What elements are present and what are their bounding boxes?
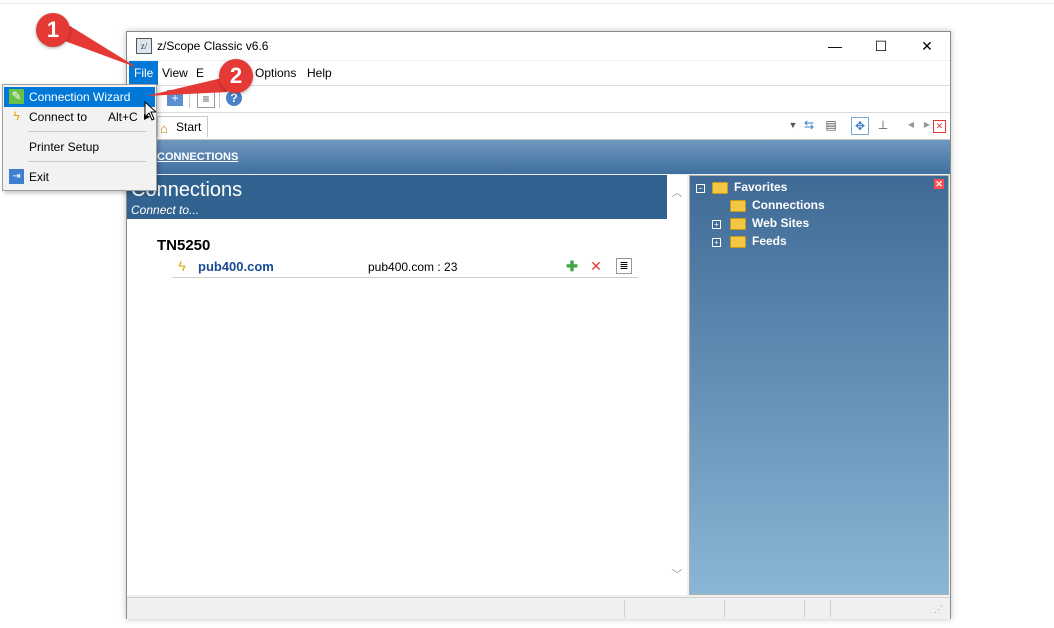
toolbar-divider <box>219 90 220 108</box>
menu-options[interactable]: Options <box>250 61 301 85</box>
favorites-item-connections[interactable]: Connections <box>752 197 825 213</box>
scroll-down-icon[interactable]: ﹀ <box>669 567 685 583</box>
dropdown-arrow-icon[interactable]: ▼ <box>785 117 801 133</box>
expand-icon[interactable]: + <box>712 238 721 247</box>
folder-icon <box>712 182 728 194</box>
mouse-cursor-icon <box>144 101 156 121</box>
tab-bar: ⌂ Start ▼ ⇆ ▤ ✥ ⊥ ◀ ▶ ✕ <box>127 113 950 140</box>
callout-1: 1 <box>36 13 70 47</box>
maximize-button[interactable]: ☐ <box>858 32 904 60</box>
delete-icon[interactable]: ✕ <box>588 258 604 274</box>
menu-item-label: Connection Wizard <box>29 90 131 104</box>
new-connection-icon[interactable]: + <box>167 90 183 106</box>
status-divider <box>624 600 625 617</box>
connections-header-band: CONNECTIONS <box>127 140 950 174</box>
menu-item-exit[interactable]: ⇥ Exit <box>4 167 155 187</box>
menu-help[interactable]: Help <box>302 61 337 85</box>
favorites-panel: ✕ − Favorites Connections + Web Sites + … <box>689 175 949 595</box>
add-favorite-icon[interactable]: ✚ <box>564 258 580 274</box>
menu-item-connect-to[interactable]: ϟ Connect to Alt+C ▶ <box>4 107 155 127</box>
connections-link[interactable]: CONNECTIONS <box>157 151 238 163</box>
menu-separator <box>28 131 146 132</box>
exit-icon: ⇥ <box>9 169 24 184</box>
close-favorites-icon[interactable]: ✕ <box>934 179 944 189</box>
prev-tab-icon[interactable]: ◀ <box>903 117 919 133</box>
folder-icon <box>730 218 746 230</box>
group-title: TN5250 <box>157 237 211 254</box>
menu-file[interactable]: File <box>129 61 159 85</box>
vertical-scrollbar[interactable]: ︿ ﹀ <box>667 175 687 595</box>
page-top-line <box>0 3 1054 4</box>
menu-item-printer-setup[interactable]: Printer Setup <box>4 137 155 157</box>
folder-icon <box>730 200 746 212</box>
menu-item-label: Connect to <box>29 110 88 124</box>
list-icon[interactable]: ≡ <box>197 90 215 108</box>
favorites-item-web-sites[interactable]: Web Sites <box>752 215 809 231</box>
toolbar: + ≡ ? <box>127 86 950 113</box>
status-divider <box>804 600 805 617</box>
menu-item-connection-wizard[interactable]: ✎ Connection Wizard <box>4 87 155 107</box>
connections-subtitle: Connect to... <box>131 203 200 217</box>
connections-title-block: Connections Connect to... <box>127 175 667 219</box>
swap-icon[interactable]: ⇆ <box>801 117 817 133</box>
home-icon: ⌂ <box>160 121 168 136</box>
callout-2: 2 <box>219 59 253 93</box>
folder-icon <box>730 236 746 248</box>
connection-address: pub400.com : 23 <box>368 260 458 274</box>
connection-name[interactable]: pub400.com <box>198 259 274 274</box>
title-bar[interactable]: z/ z/Scope Classic v6.6 — ☐ ✕ <box>127 32 950 60</box>
connections-panel: Connections Connect to... TN5250 ϟ pub40… <box>127 175 687 595</box>
tab-start[interactable]: ⌂ Start <box>157 116 209 137</box>
window-title: z/Scope Classic v6.6 <box>157 39 269 53</box>
menu-item-shortcut: Alt+C <box>108 110 138 124</box>
tab-start-label: Start <box>176 120 202 134</box>
app-window: z/ z/Scope Classic v6.6 — ☐ ✕ File View … <box>126 31 951 619</box>
close-button[interactable]: ✕ <box>904 32 950 60</box>
menu-item-label: Printer Setup <box>29 140 100 154</box>
toolbar-divider <box>189 90 190 108</box>
menu-view[interactable]: View <box>157 61 193 85</box>
expand-icon[interactable]: + <box>712 220 721 229</box>
fullscreen-icon[interactable]: ✥ <box>851 117 869 135</box>
scroll-up-icon[interactable]: ︿ <box>669 185 685 201</box>
app-icon: z/ <box>136 38 152 54</box>
printer-icon[interactable]: ▤ <box>823 117 839 133</box>
status-divider <box>724 600 725 617</box>
menu-edit[interactable]: E <box>191 61 209 85</box>
close-tab-icon[interactable]: ✕ <box>933 120 946 133</box>
status-divider <box>830 600 831 617</box>
favorites-item-feeds[interactable]: Feeds <box>752 233 787 249</box>
status-bar: ⋰ <box>127 597 950 619</box>
collapse-icon[interactable]: − <box>696 184 705 193</box>
favorites-root[interactable]: Favorites <box>734 179 787 195</box>
resize-grip-icon[interactable]: ⋰ <box>934 604 943 615</box>
menu-separator <box>28 161 146 162</box>
pin-icon[interactable]: ⊥ <box>875 117 891 133</box>
lightning-icon: ϟ <box>13 109 20 123</box>
lightning-icon: ϟ <box>178 258 186 274</box>
file-menu-dropdown: ✎ Connection Wizard ϟ Connect to Alt+C ▶… <box>2 84 157 191</box>
menu-item-label: Exit <box>29 170 50 184</box>
minimize-button[interactable]: — <box>812 32 858 60</box>
properties-icon[interactable]: ≣ <box>616 258 632 274</box>
wizard-icon: ✎ <box>9 89 24 104</box>
connection-row[interactable]: ϟ pub400.com pub400.com : 23 ✚ ✕ ≣ <box>172 257 638 278</box>
